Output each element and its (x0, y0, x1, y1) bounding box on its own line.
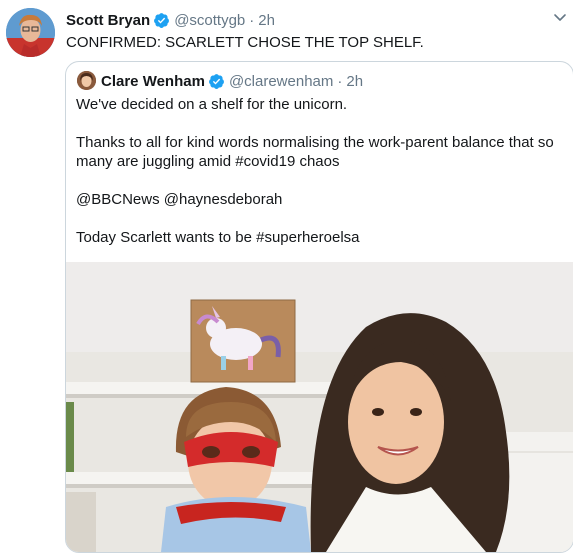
tweet[interactable]: Scott Bryan @scottygb · 2h CONFIRMED: SC… (0, 0, 573, 553)
author-handle[interactable]: @scottygb (174, 12, 245, 29)
tweet-photo[interactable] (66, 262, 573, 552)
tweet-text: CONFIRMED: SCARLETT CHOSE THE TOP SHELF. (66, 34, 424, 51)
tweet-timestamp[interactable]: 2h (258, 12, 275, 29)
author-avatar[interactable] (6, 8, 55, 57)
quoted-tweet-timestamp[interactable]: 2h (346, 73, 363, 90)
quoted-author-name[interactable]: Clare Wenham (101, 73, 205, 90)
quoted-tweet-text: We've decided on a shelf for the unicorn… (76, 95, 566, 247)
quoted-line: Today Scarlett wants to be #superheroels… (76, 229, 360, 246)
verified-badge-icon (153, 12, 170, 29)
quoted-line: many are juggling amid #covid19 chaos (76, 153, 340, 170)
quoted-line: We've decided on a shelf for the unicorn… (76, 96, 348, 113)
quoted-author-handle[interactable]: @clarewenham (229, 73, 333, 90)
quoted-tweet[interactable]: Clare Wenham @clarewenham · 2h We've dec… (65, 61, 573, 553)
quoted-author-avatar[interactable] (77, 71, 96, 90)
quoted-tweet-header: Clare Wenham @clarewenham · 2h (101, 71, 363, 91)
quoted-line: Thanks to all for kind words normalising… (76, 134, 554, 151)
tweet-header: Scott Bryan @scottygb · 2h (66, 10, 275, 30)
quoted-mentions: @BBCNews @haynesdeborah (76, 191, 283, 208)
separator-dot: · (249, 11, 255, 29)
separator-dot: · (337, 72, 343, 90)
chevron-down-icon[interactable] (552, 9, 568, 25)
verified-badge-icon (208, 73, 225, 90)
author-name[interactable]: Scott Bryan (66, 12, 150, 29)
